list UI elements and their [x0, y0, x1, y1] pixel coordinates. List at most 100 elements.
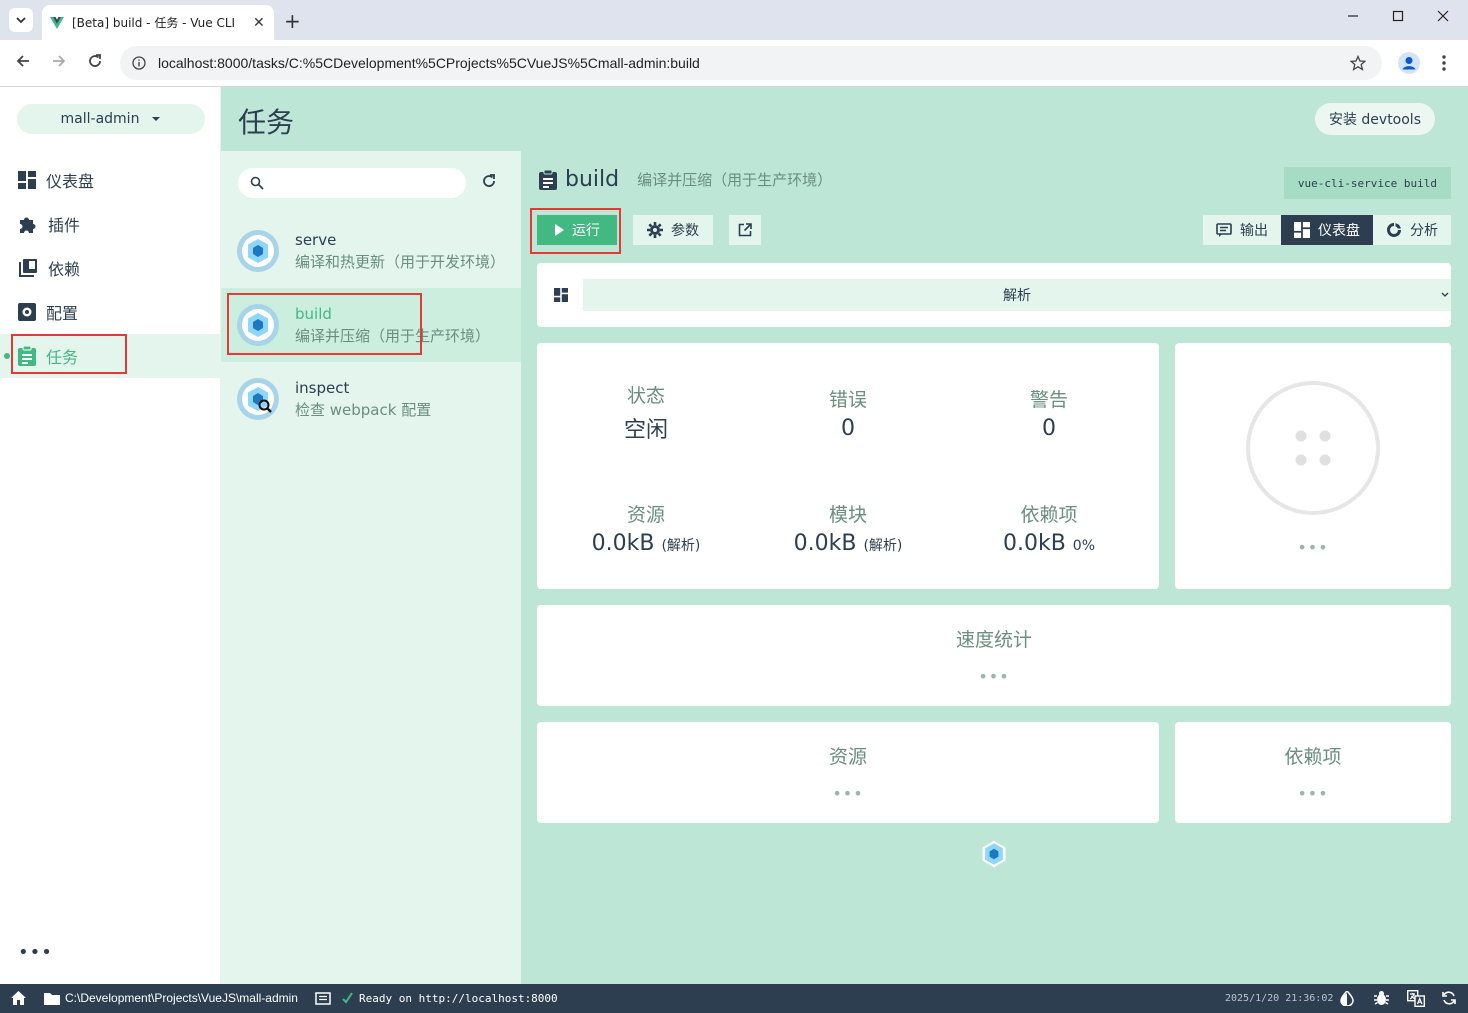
- folder-icon[interactable]: [44, 992, 60, 1005]
- back-arrow-icon[interactable]: [14, 52, 32, 70]
- console-log-icon[interactable]: [315, 992, 331, 1005]
- message-text-icon: [1216, 223, 1232, 237]
- stat-label: 错误: [828, 389, 867, 411]
- browser-tab[interactable]: [Beta] build - 任务 - Vue CLI ✕: [42, 5, 274, 40]
- view-grid-icon: [554, 288, 568, 302]
- sidebar-item-dependencies[interactable]: 依赖: [0, 246, 221, 290]
- sidebar-item-plugins[interactable]: 插件: [0, 202, 221, 246]
- browser-tab-bar: [Beta] build - 任务 - Vue CLI ✕ +: [0, 0, 1468, 40]
- stat-errors: 错误 0: [748, 385, 948, 441]
- star-icon[interactable]: [1350, 55, 1366, 71]
- build-status-card: 状态 空闲 错误 0 警告 0 资源 0.0kB (解析) 模块 0.0kB (…: [537, 343, 1159, 589]
- analyzer-mode-bar: 解析: [537, 263, 1451, 327]
- loading-dots: •••: [832, 784, 864, 803]
- last-log-message[interactable]: Ready on http://localhost:8000: [359, 992, 558, 1005]
- vue-logo-icon: [50, 16, 64, 29]
- loading-dots: •••: [978, 667, 1010, 686]
- sidebar-item-label: 配置: [46, 304, 79, 323]
- tab-dashboard[interactable]: 仪表盘: [1281, 215, 1373, 245]
- tab-analyzer[interactable]: 分析: [1373, 215, 1451, 245]
- stat-assets: 资源 0.0kB (解析): [546, 500, 746, 556]
- home-icon[interactable]: [11, 991, 26, 1005]
- open-external-button[interactable]: [729, 215, 761, 245]
- puzzle-icon: [20, 217, 36, 233]
- omnibox[interactable]: localhost:8000/tasks/C:%5CDevelopment%5C…: [120, 46, 1382, 80]
- task-item-inspect[interactable]: inspect 检查 webpack 配置: [221, 362, 521, 436]
- task-name: serve: [295, 230, 337, 249]
- sidebar-item-configuration[interactable]: 配置: [0, 290, 221, 334]
- sidebar-item-label: 依赖: [48, 260, 81, 279]
- stat-value: 0: [841, 416, 855, 441]
- assets-card: 资源 •••: [537, 722, 1159, 823]
- stat-warnings: 警告 0: [949, 385, 1149, 441]
- stat-label: 模块: [828, 504, 867, 526]
- task-item-serve[interactable]: serve 编译和热更新（用于开发环境）: [221, 214, 521, 288]
- log-timestamp: 2025/1/20 21:36:02: [1225, 993, 1334, 1004]
- forward-arrow-icon[interactable]: [50, 52, 68, 70]
- tab-label: 输出: [1240, 223, 1268, 239]
- speed-stats-card: 速度统计 •••: [537, 605, 1451, 706]
- check-icon: [342, 992, 353, 1004]
- highlight-box: [227, 293, 422, 355]
- install-devtools-button[interactable]: 安装 devtools: [1314, 103, 1435, 135]
- stat-value: 0: [1042, 416, 1056, 441]
- settings-box-icon: [18, 303, 36, 321]
- stat-label: 警告: [1029, 389, 1068, 411]
- kebab-menu-icon[interactable]: [1442, 54, 1446, 72]
- stat-value: 0.0kB 0%: [1002, 531, 1096, 556]
- reload-icon[interactable]: [86, 52, 104, 70]
- active-indicator-dot: [4, 353, 10, 359]
- vue-ui-app: mall-admin 仪表盘 插件 依赖 配置 任务 ••• 任务 安装 dev…: [0, 87, 1468, 984]
- stat-value: 0.0kB (解析): [793, 531, 903, 556]
- tab-search-button[interactable]: [9, 8, 33, 32]
- progress-card: •••: [1175, 343, 1451, 589]
- task-search-input[interactable]: [238, 168, 466, 198]
- analyzer-mode-select[interactable]: 解析: [583, 279, 1451, 311]
- tab-output[interactable]: 输出: [1203, 215, 1281, 245]
- loading-dots: •••: [1297, 784, 1329, 803]
- stat-modules: 模块 0.0kB (解析): [748, 500, 948, 556]
- clipboard-icon: [539, 169, 557, 190]
- sidebar-more-button[interactable]: •••: [18, 942, 53, 963]
- theme-toggle-icon[interactable]: [1340, 991, 1354, 1006]
- sidebar-item-dashboard[interactable]: 仪表盘: [0, 158, 221, 202]
- task-subtitle: 编译并压缩（用于生产环境）: [637, 171, 833, 189]
- stat-dependencies: 依赖项 0.0kB 0%: [949, 500, 1149, 556]
- maximize-icon[interactable]: [1392, 10, 1404, 22]
- webpack-logo-icon: [979, 839, 1009, 869]
- card-title: 速度统计: [955, 629, 1032, 651]
- sidebar-item-label: 插件: [48, 216, 81, 235]
- card-title: 资源: [828, 746, 867, 768]
- refresh-icon[interactable]: [481, 173, 497, 189]
- info-icon[interactable]: [132, 56, 146, 70]
- project-selector[interactable]: mall-admin: [17, 104, 205, 134]
- parameters-button[interactable]: 参数: [633, 215, 713, 245]
- caret-down-icon: [152, 117, 161, 121]
- new-tab-button[interactable]: +: [284, 9, 301, 33]
- project-name: mall-admin: [60, 111, 140, 127]
- task-name: inspect: [295, 378, 350, 397]
- gear-icon: [647, 222, 663, 238]
- stat-status: 状态 空闲: [546, 381, 746, 444]
- bug-report-icon[interactable]: [1374, 990, 1389, 1006]
- translate-icon[interactable]: [1407, 990, 1425, 1007]
- url-text[interactable]: localhost:8000/tasks/C:%5CDevelopment%5C…: [158, 55, 700, 71]
- dependencies-card: 依赖项 •••: [1175, 722, 1451, 823]
- command-badge: vue-cli-service build: [1283, 167, 1451, 199]
- highlight-box: [530, 208, 621, 254]
- tab-close-icon[interactable]: ✕: [253, 15, 265, 31]
- task-list-panel: serve 编译和热更新（用于开发环境） build 编译并压缩（用于生产环境）…: [221, 151, 521, 984]
- status-bar: C:\Development\Projects\VueJS\mall-admin…: [0, 984, 1468, 1013]
- sidebar-item-label: 仪表盘: [46, 172, 95, 191]
- analyzer-mode-value: 解析: [1003, 288, 1031, 304]
- dashboard-icon: [1294, 222, 1310, 238]
- open-in-new-icon: [738, 223, 752, 237]
- refresh-icon[interactable]: [1441, 990, 1457, 1006]
- profile-avatar-icon[interactable]: [1398, 52, 1420, 74]
- task-description: 编译和热更新（用于开发环境）: [295, 252, 505, 271]
- window-close-icon[interactable]: [1437, 10, 1449, 22]
- project-path[interactable]: C:\Development\Projects\VueJS\mall-admin: [65, 991, 298, 1005]
- minimize-icon[interactable]: [1347, 10, 1359, 22]
- tab-label: 仪表盘: [1318, 223, 1360, 239]
- address-bar-row: localhost:8000/tasks/C:%5CDevelopment%5C…: [0, 40, 1468, 87]
